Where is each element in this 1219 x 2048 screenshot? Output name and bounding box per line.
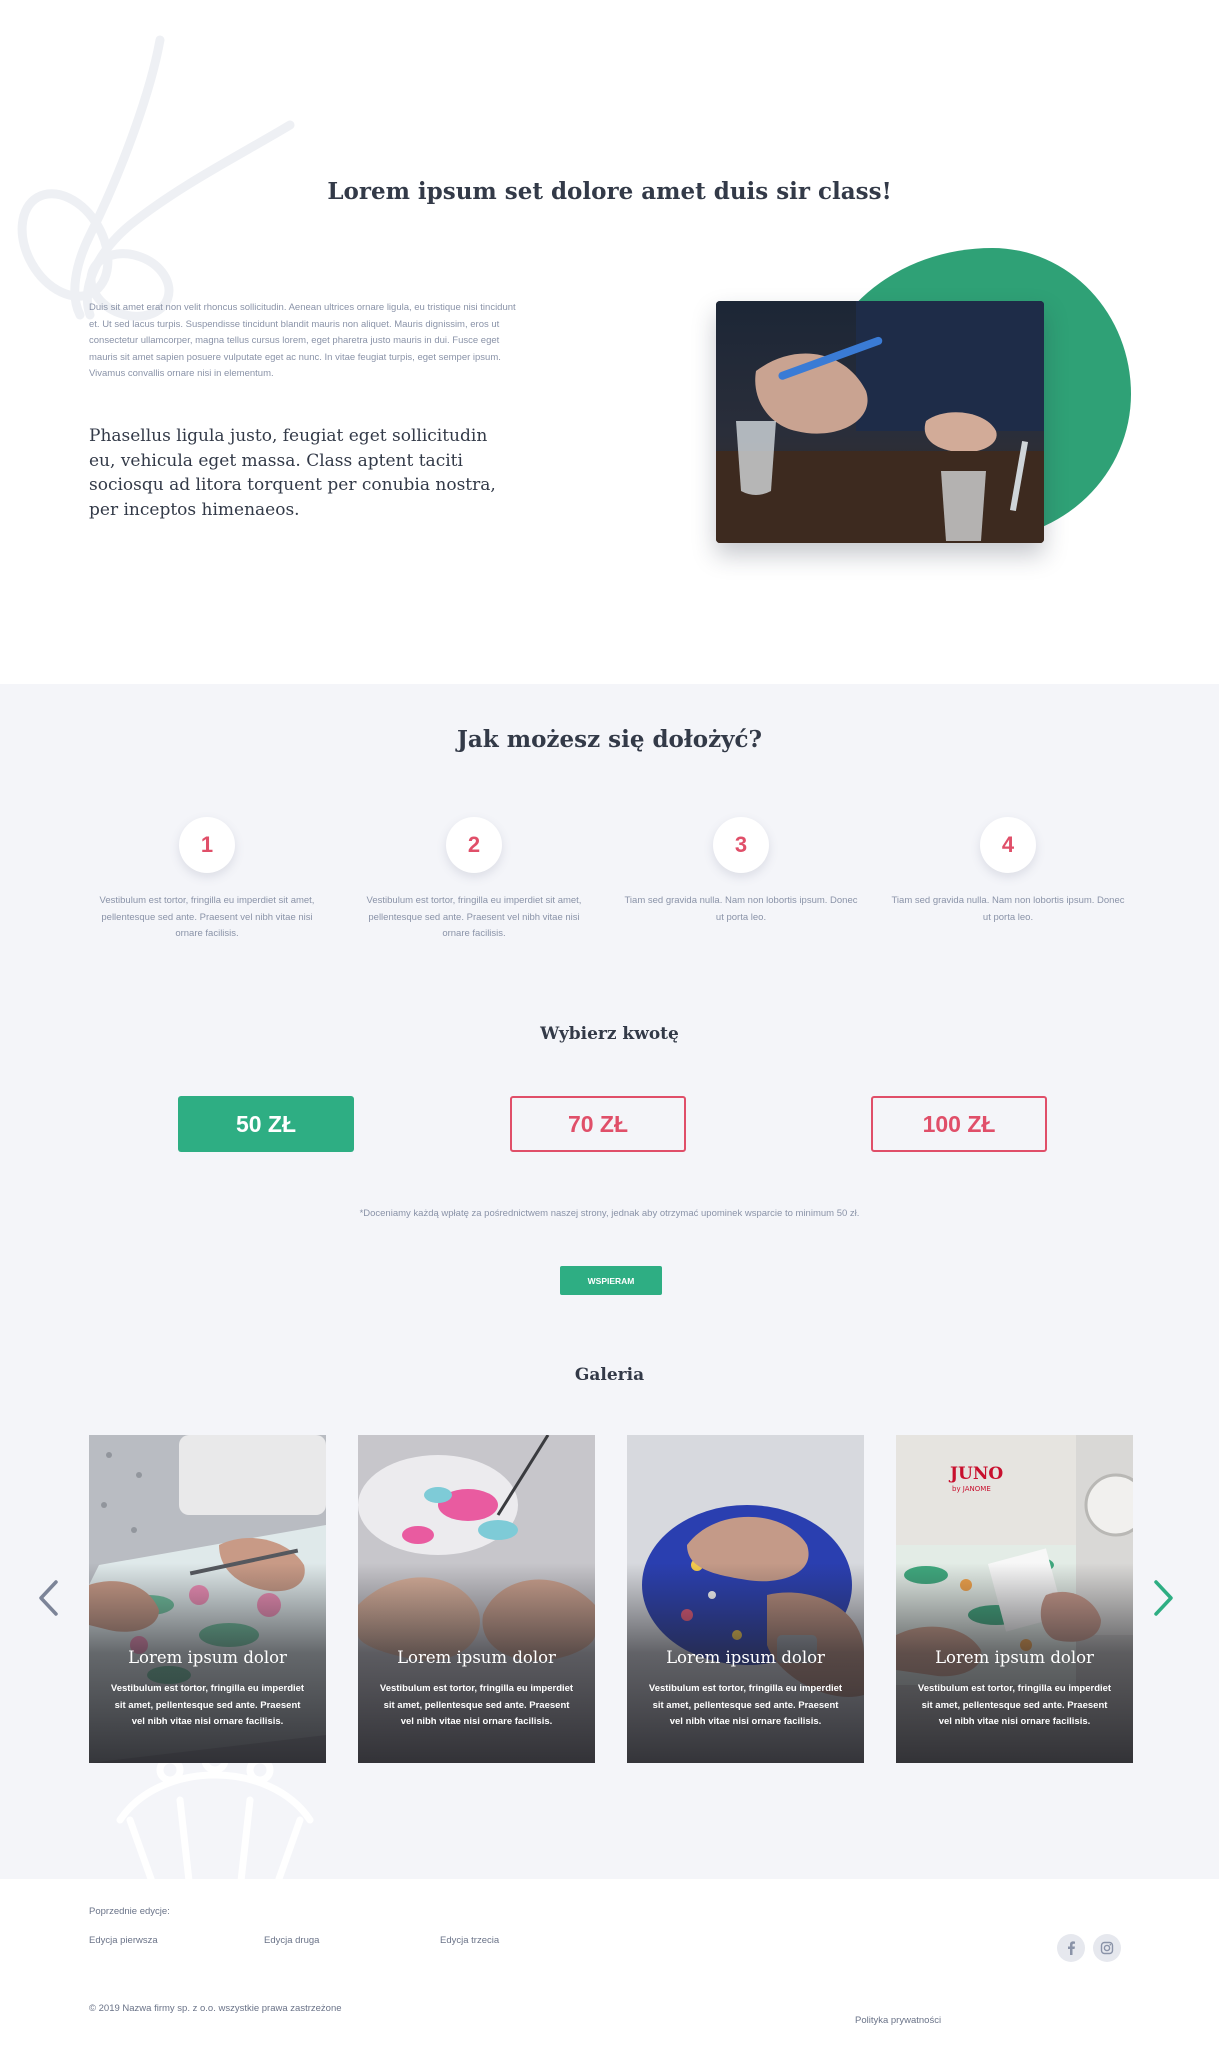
previous-editions-label: Poprzednie edycje:	[89, 1906, 170, 1917]
gallery-card-text: Vestibulum est tortor, fringilla eu impe…	[917, 1683, 1112, 1727]
step-number-1: 1	[179, 817, 235, 873]
gallery-card-text: Vestibulum est tortor, fringilla eu impe…	[648, 1683, 843, 1727]
step-number-4: 4	[980, 817, 1036, 873]
gallery-card-title: Lorem ipsum dolor	[935, 1648, 1094, 1667]
step-number-3: 3	[713, 817, 769, 873]
svg-text:by JANOME: by JANOME	[952, 1485, 991, 1493]
footer-link-edition-1[interactable]: Edycja pierwsza	[89, 1935, 158, 1946]
choose-amount-title: Wybierz kwotę	[540, 1024, 679, 1044]
amount-option-100[interactable]: 100 ZŁ	[871, 1096, 1047, 1152]
intro-paragraph-large: Phasellus ligula justo, feugiat eget sol…	[89, 426, 496, 520]
amount-option-50[interactable]: 50 ZŁ	[178, 1096, 354, 1152]
footer	[0, 1879, 1219, 2048]
gallery-title: Galeria	[574, 1365, 645, 1385]
step-text-2: Vestibulum est tortor, fringilla eu impe…	[366, 895, 582, 939]
step-text-1: Vestibulum est tortor, fringilla eu impe…	[99, 895, 315, 939]
gallery-card-title: Lorem ipsum dolor	[128, 1648, 287, 1667]
gallery-card-1[interactable]: Lorem ipsum dolor Vestibulum est tortor,…	[89, 1435, 326, 1763]
gallery-card-text: Vestibulum est tortor, fringilla eu impe…	[110, 1683, 305, 1727]
meeting-photo	[716, 301, 1044, 543]
gallery-card-title: Lorem ipsum dolor	[397, 1648, 556, 1667]
intro-section: Lorem ipsum set dolore amet duis sir cla…	[0, 0, 1219, 684]
intro-paragraph-small: Duis sit amet erat non velit rhoncus sol…	[89, 302, 516, 379]
chevron-left-icon[interactable]	[36, 1578, 60, 1618]
footer-link-edition-2[interactable]: Edycja druga	[264, 1935, 319, 1946]
support-button[interactable]: WSPIERAM	[560, 1266, 662, 1295]
svg-text:JUNO: JUNO	[948, 1464, 1003, 1484]
gallery-card-3[interactable]: Lorem ipsum dolor Vestibulum est tortor,…	[627, 1435, 864, 1763]
gallery-card-4[interactable]: JUNO by JANOME Lorem ipsum dolor Vestibu…	[896, 1435, 1133, 1763]
step-number-2: 2	[446, 817, 502, 873]
how-title: Jak możesz się dołożyć?	[457, 726, 762, 753]
step-text-3: Tiam sed gravida nulla. Nam non lobortis…	[624, 895, 858, 923]
donation-note: *Doceniamy każdą wpłatę za pośrednictwem…	[359, 1208, 860, 1219]
step-text-4: Tiam sed gravida nulla. Nam non lobortis…	[891, 895, 1125, 923]
instagram-icon[interactable]	[1093, 1934, 1121, 1962]
facebook-icon[interactable]	[1057, 1934, 1085, 1962]
privacy-policy-link[interactable]: Polityka prywatności	[855, 2015, 941, 2026]
gallery-card-title: Lorem ipsum dolor	[666, 1648, 825, 1667]
intro-title: Lorem ipsum set dolore amet duis sir cla…	[327, 178, 892, 205]
chevron-right-icon[interactable]	[1152, 1578, 1176, 1618]
gallery-card-text: Vestibulum est tortor, fringilla eu impe…	[379, 1683, 574, 1727]
gallery-card-2[interactable]: Lorem ipsum dolor Vestibulum est tortor,…	[358, 1435, 595, 1763]
copyright-text: © 2019 Nazwa firmy sp. z o.o. wszystkie …	[89, 2003, 342, 2014]
footer-link-edition-3[interactable]: Edycja trzecia	[440, 1935, 499, 1946]
amount-option-70[interactable]: 70 ZŁ	[510, 1096, 686, 1152]
